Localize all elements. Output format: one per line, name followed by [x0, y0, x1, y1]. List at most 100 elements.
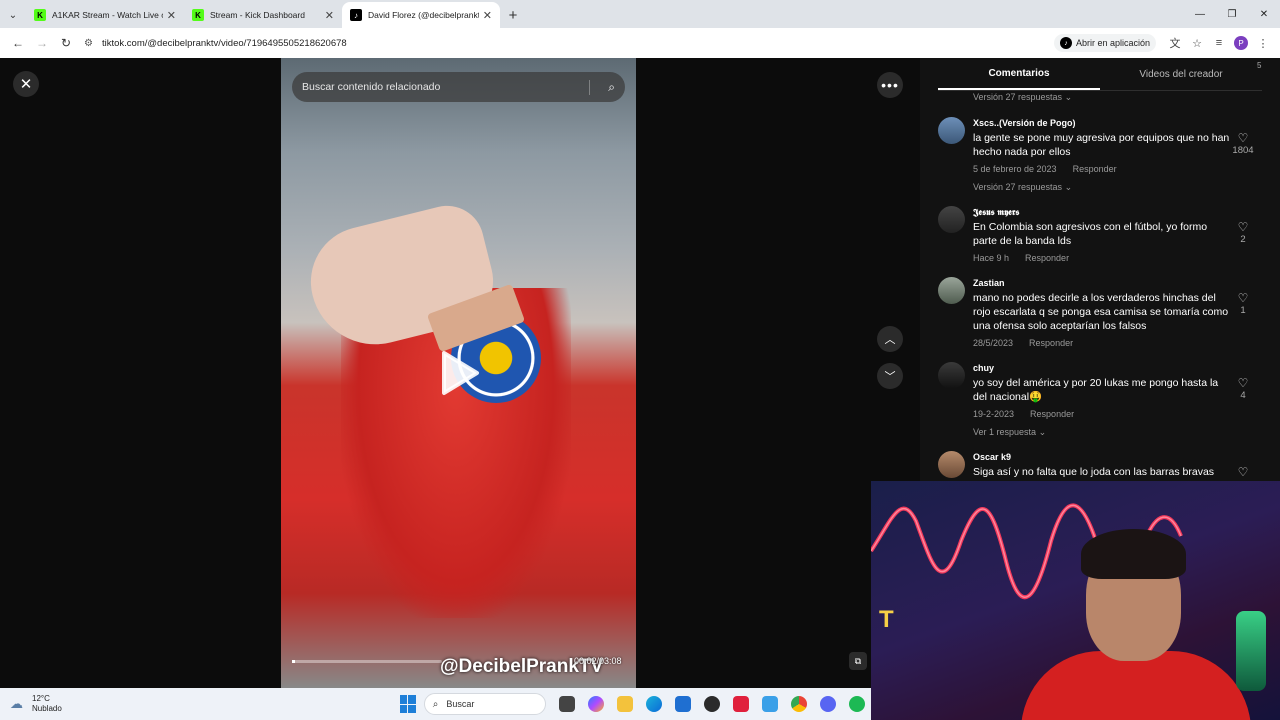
mini-player-icon[interactable]: ⧉ [849, 652, 867, 670]
like-button[interactable]: ♡ 4 [1228, 376, 1258, 401]
tab-creator-videos[interactable]: Videos del creador [1100, 58, 1262, 90]
windows-taskbar: ☁ 12°C Nublado ⌕ Buscar [0, 688, 871, 720]
tiktok-icon: ♪ [1059, 37, 1072, 49]
avatar[interactable] [938, 451, 965, 478]
restore-icon[interactable]: ❐ [1216, 0, 1248, 28]
reply-link[interactable]: Responder [1073, 164, 1117, 174]
avatar[interactable] [938, 117, 965, 144]
like-button[interactable]: ♡ 1804 [1228, 131, 1258, 156]
window-controls: — ❐ ✕ [1184, 0, 1280, 28]
weather-temp: 12°C [32, 694, 50, 703]
forward-arrow-icon[interactable]: → [30, 31, 54, 55]
next-video-chevron-down-icon[interactable]: ﹀ [877, 363, 903, 389]
view-replies-toggle[interactable]: Versión 27 respuestas ⌄ [973, 182, 1233, 193]
comment-username[interactable]: chuy [973, 362, 1233, 374]
tab-search-chevron-icon[interactable]: ⌄ [0, 2, 26, 28]
comment-meta: 19-2-2023 Responder [973, 409, 1233, 419]
task-view-icon[interactable] [552, 690, 581, 719]
media-controls-icon[interactable]: ≡ [1208, 32, 1230, 54]
comment-username[interactable]: Xscs..(Versión de Pogo) [973, 117, 1233, 129]
avatar[interactable] [938, 206, 965, 233]
browser-tab-2[interactable]: K Stream - Kick Dashboard ✕ [184, 2, 342, 28]
comment-meta: 5 de febrero de 2023 Responder [973, 164, 1233, 174]
copilot-icon[interactable] [581, 690, 610, 719]
close-window-icon[interactable]: ✕ [1248, 0, 1280, 28]
store-icon[interactable] [668, 690, 697, 719]
cloud-icon: ☁ [10, 696, 23, 711]
minimize-icon[interactable]: — [1184, 0, 1216, 28]
replies-toggle-label: Versión 27 respuestas [973, 92, 1063, 102]
heart-icon: ♡ [1237, 291, 1249, 305]
comment-username[interactable]: Zastian [973, 277, 1233, 289]
comment-text: la gente se pone muy agresiva por equipo… [973, 132, 1230, 158]
avatar[interactable] [938, 362, 965, 389]
kick-icon: K [192, 9, 204, 21]
view-replies-toggle[interactable]: Ver 1 respuesta ⌄ [973, 427, 1233, 438]
bookmark-star-icon[interactable]: ☆ [1186, 32, 1208, 54]
replies-toggle-label: Versión 27 respuestas [973, 182, 1063, 192]
weather-widget[interactable]: ☁ 12°C Nublado [10, 694, 62, 714]
browser-menu-icon[interactable]: ⋮ [1252, 32, 1274, 54]
reload-icon[interactable]: ↻ [54, 31, 78, 55]
video-time: 00:02/03:08 [574, 656, 622, 666]
close-tab-icon[interactable]: ✕ [325, 9, 334, 22]
chevron-down-icon: ⌄ [1064, 182, 1073, 192]
scroll-indicator: 5 [1257, 61, 1262, 70]
heart-icon: ♡ [1237, 465, 1249, 479]
tiktok-live-icon[interactable] [726, 690, 755, 719]
heart-icon: ♡ [1237, 220, 1249, 234]
new-tab-button[interactable]: + [500, 2, 526, 28]
like-count: 1804 [1232, 145, 1254, 156]
tiktok-icon: ♪ [350, 9, 362, 21]
like-button[interactable]: ♡ 1 [1228, 291, 1258, 316]
site-info-icon[interactable]: ⚙ [84, 38, 102, 49]
close-tab-icon[interactable]: ✕ [167, 9, 176, 22]
reply-link[interactable]: Responder [1029, 338, 1073, 348]
browser-tab-3[interactable]: ♪ David Florez (@decibelpranktv) ✕ [342, 2, 500, 28]
reply-link[interactable]: Responder [1030, 409, 1074, 419]
comment-date: 28/5/2023 [973, 338, 1014, 348]
related-search-input[interactable]: Buscar contenido relacionado ⌕ [292, 72, 625, 102]
previous-video-chevron-up-icon[interactable]: ︿ [877, 326, 903, 352]
comment-text: En Colombia son agresivos con el fútbol,… [973, 221, 1208, 247]
avatar[interactable] [938, 277, 965, 304]
comment-meta: Hace 9 h Responder [973, 253, 1233, 263]
browser-tab-1[interactable]: K A1KAR Stream - Watch Live on ✕ [26, 2, 184, 28]
tab-title: A1KAR Stream - Watch Live on [52, 10, 163, 20]
whiteboard-icon[interactable] [755, 690, 784, 719]
heart-icon: ♡ [1237, 131, 1249, 145]
view-replies-toggle[interactable]: Versión 27 respuestas ⌄ [973, 92, 1072, 103]
comment-username[interactable]: Oscar k9 [973, 451, 1233, 463]
comment-text: mano no podes decirle a los verdaderos h… [973, 292, 1229, 332]
translate-icon[interactable]: 文 [1164, 32, 1186, 54]
chrome-icon[interactable] [784, 690, 813, 719]
search-icon[interactable]: ⌕ [589, 79, 615, 95]
open-in-app-button[interactable]: ♪ Abrir en aplicación [1053, 34, 1156, 52]
address-bar[interactable]: ⚙ tiktok.com/@decibelpranktv/video/71964… [84, 31, 1054, 55]
webcam-overlay: T [871, 481, 1280, 720]
weather-desc: Nublado [32, 704, 62, 713]
close-icon[interactable]: ✕ [13, 71, 39, 97]
discord-icon[interactable] [813, 690, 842, 719]
webcam-person-hair [1081, 529, 1186, 579]
close-tab-icon[interactable]: ✕ [483, 9, 492, 22]
obs-icon[interactable] [697, 690, 726, 719]
spotify-icon[interactable] [842, 690, 871, 719]
webcam-lamp [1236, 611, 1266, 691]
like-button[interactable]: ♡ 2 [1228, 220, 1258, 245]
like-button[interactable]: ♡ [1228, 465, 1258, 479]
profile-avatar[interactable]: P [1230, 32, 1252, 54]
replies-toggle-label: Ver 1 respuesta [973, 427, 1037, 437]
reply-link[interactable]: Responder [1025, 253, 1069, 263]
edge-icon[interactable] [639, 690, 668, 719]
windows-start-icon[interactable] [399, 695, 416, 713]
url-text: tiktok.com/@decibelpranktv/video/7196495… [102, 37, 347, 49]
back-arrow-icon[interactable]: ← [6, 31, 30, 55]
comment-username[interactable]: 𝕵𝖊𝖘𝖚𝖘 𝖒𝖞𝖊𝖗𝖘 [973, 206, 1233, 218]
taskbar-search[interactable]: ⌕ Buscar [423, 693, 546, 715]
play-icon[interactable] [440, 350, 480, 396]
video-progress-bar[interactable] [292, 660, 442, 663]
file-explorer-icon[interactable] [610, 690, 639, 719]
tab-comments[interactable]: Comentarios [938, 58, 1100, 90]
more-options-icon[interactable]: ••• [877, 72, 903, 98]
